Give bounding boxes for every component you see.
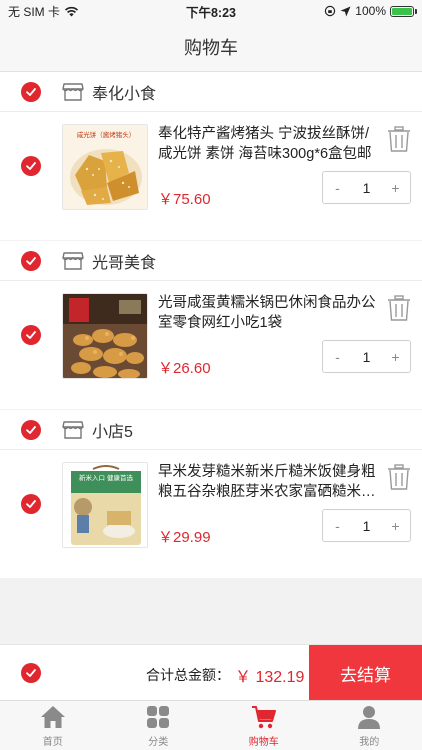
store-header: 小店5 bbox=[0, 410, 422, 450]
pastry-image: 咸光饼（酱烤猪头） bbox=[63, 125, 147, 209]
tab-label: 首页 bbox=[42, 736, 63, 748]
battery-level bbox=[392, 7, 412, 15]
store-select-checkbox[interactable] bbox=[21, 250, 41, 271]
trash-icon[interactable] bbox=[387, 126, 411, 152]
decrease-button[interactable]: - bbox=[323, 349, 352, 365]
page-title: 购物车 bbox=[184, 37, 238, 58]
nav-bar: 购物车 bbox=[0, 22, 422, 72]
cart-item: 咸光饼（酱烤猪头） 奉化特产酱烤猪头 宁波拔丝酥饼/咸光饼 素饼 海苔味300g… bbox=[0, 112, 422, 240]
rice-bag-image: 新米入口 健康首选 bbox=[63, 463, 147, 547]
total-amount: ￥ 132.19 bbox=[235, 669, 305, 686]
cart-item: 光哥咸蛋黄糯米锅巴休闲食品办公室零食网红小吃1袋 ￥26.60 - 1 + bbox=[0, 281, 422, 409]
checkmark-icon bbox=[26, 162, 36, 170]
item-select-checkbox[interactable] bbox=[21, 325, 41, 345]
status-left: 无 SIM 卡 bbox=[8, 3, 79, 20]
tab-label: 购物车 bbox=[248, 736, 279, 748]
cart-screen: 无 SIM 卡 下午8:23 100% 购物车 奉化小食 咸光饼（酱烤猪头） 奉… bbox=[0, 0, 422, 750]
battery-cap bbox=[415, 8, 417, 14]
checkmark-icon bbox=[26, 425, 36, 434]
store-section: 光哥美食 光哥咸蛋黄糯米锅巴休闲食品办公室零食网红小吃1袋 ￥26.60 - 1… bbox=[0, 241, 422, 409]
wifi-icon bbox=[64, 6, 79, 16]
store-name[interactable]: 奉化小食 bbox=[92, 80, 156, 104]
home-icon bbox=[40, 705, 65, 728]
quantity-stepper: - 1 + bbox=[322, 171, 411, 204]
checkmark-icon bbox=[26, 87, 36, 96]
rice-crust-image bbox=[63, 294, 147, 378]
store-header: 奉化小食 bbox=[0, 72, 422, 112]
decrease-button[interactable]: - bbox=[323, 180, 352, 196]
store-header: 光哥美食 bbox=[0, 241, 422, 281]
tab-label: 分类 bbox=[148, 736, 169, 748]
checkmark-icon bbox=[26, 500, 36, 508]
checkmark-icon bbox=[26, 331, 36, 339]
quantity-value[interactable]: 1 bbox=[352, 349, 381, 365]
checkmark-icon bbox=[26, 668, 36, 677]
tab-profile[interactable]: 我的 bbox=[317, 701, 422, 750]
tab-label: 我的 bbox=[359, 736, 380, 748]
carrier-label: 无 SIM 卡 bbox=[8, 4, 61, 19]
store-select-checkbox[interactable] bbox=[21, 419, 41, 440]
product-price: ￥75.60 bbox=[158, 191, 211, 208]
product-image[interactable]: 新米入口 健康首选 bbox=[62, 462, 148, 548]
tab-home[interactable]: 首页 bbox=[0, 701, 106, 750]
tab-cart[interactable]: 购物车 bbox=[211, 701, 317, 750]
status-right: 100% bbox=[324, 4, 417, 18]
product-title[interactable]: 光哥咸蛋黄糯米锅巴休闲食品办公室零食网红小吃1袋 bbox=[158, 293, 376, 333]
product-price: ￥26.60 bbox=[158, 360, 211, 377]
quantity-value[interactable]: 1 bbox=[352, 518, 381, 534]
orientation-lock-icon bbox=[325, 5, 336, 17]
select-all-checkbox[interactable] bbox=[21, 662, 41, 683]
store-select-checkbox[interactable] bbox=[21, 81, 41, 102]
increase-button[interactable]: + bbox=[381, 180, 410, 196]
grid-icon bbox=[147, 705, 170, 728]
thumb-caption: 咸光饼（酱烤猪头） bbox=[77, 130, 136, 139]
increase-button[interactable]: + bbox=[381, 349, 410, 365]
increase-button[interactable]: + bbox=[381, 518, 410, 534]
quantity-stepper: - 1 + bbox=[322, 340, 411, 373]
trash-icon[interactable] bbox=[387, 464, 411, 490]
store-section: 小店5 新米入口 健康首选 早米发芽糙米新米斤糙米饭健身粗粮五谷杂粮胚芽米农家富… bbox=[0, 410, 422, 578]
item-select-checkbox[interactable] bbox=[21, 494, 41, 514]
store-icon bbox=[62, 82, 84, 101]
store-section: 奉化小食 咸光饼（酱烤猪头） 奉化特产酱烤猪头 宁波拔丝酥饼/咸光饼 素饼 海苔… bbox=[0, 72, 422, 240]
battery-icon bbox=[390, 5, 417, 17]
cart-item: 新米入口 健康首选 早米发芽糙米新米斤糙米饭健身粗粮五谷杂粮胚芽米农家富硒糙米…… bbox=[0, 450, 422, 578]
status-bar: 无 SIM 卡 下午8:23 100% bbox=[0, 0, 422, 22]
decrease-button[interactable]: - bbox=[323, 518, 352, 534]
quantity-stepper: - 1 + bbox=[322, 509, 411, 542]
store-name[interactable]: 光哥美食 bbox=[92, 249, 156, 273]
product-image[interactable]: 咸光饼（酱烤猪头） bbox=[62, 124, 148, 210]
tab-bar: 首页 分类 购物车 我的 bbox=[0, 700, 422, 750]
thumb-caption: 新米入口 健康首选 bbox=[79, 473, 134, 482]
checkmark-icon bbox=[26, 256, 36, 265]
checkout-button[interactable]: 去结算 bbox=[309, 645, 422, 701]
battery-percent: 100% bbox=[355, 4, 386, 18]
product-price: ￥29.99 bbox=[158, 529, 211, 546]
total-label: 合计总金额： bbox=[146, 667, 230, 683]
store-icon bbox=[62, 420, 84, 439]
cart-icon bbox=[251, 705, 276, 728]
quantity-value[interactable]: 1 bbox=[352, 180, 381, 196]
store-name[interactable]: 小店5 bbox=[92, 418, 133, 442]
item-select-checkbox[interactable] bbox=[21, 156, 41, 176]
product-title[interactable]: 奉化特产酱烤猪头 宁波拔丝酥饼/咸光饼 素饼 海苔味300g*6盒包邮 bbox=[158, 124, 376, 164]
product-image[interactable] bbox=[62, 293, 148, 379]
tab-category[interactable]: 分类 bbox=[106, 701, 212, 750]
store-icon bbox=[62, 251, 84, 270]
checkout-bar: 合计总金额： ￥ 132.19 去结算 bbox=[0, 644, 422, 701]
location-icon bbox=[340, 6, 351, 16]
user-icon bbox=[358, 705, 381, 729]
product-title[interactable]: 早米发芽糙米新米斤糙米饭健身粗粮五谷杂粮胚芽米农家富硒糙米… bbox=[158, 462, 376, 502]
trash-icon[interactable] bbox=[387, 295, 411, 321]
